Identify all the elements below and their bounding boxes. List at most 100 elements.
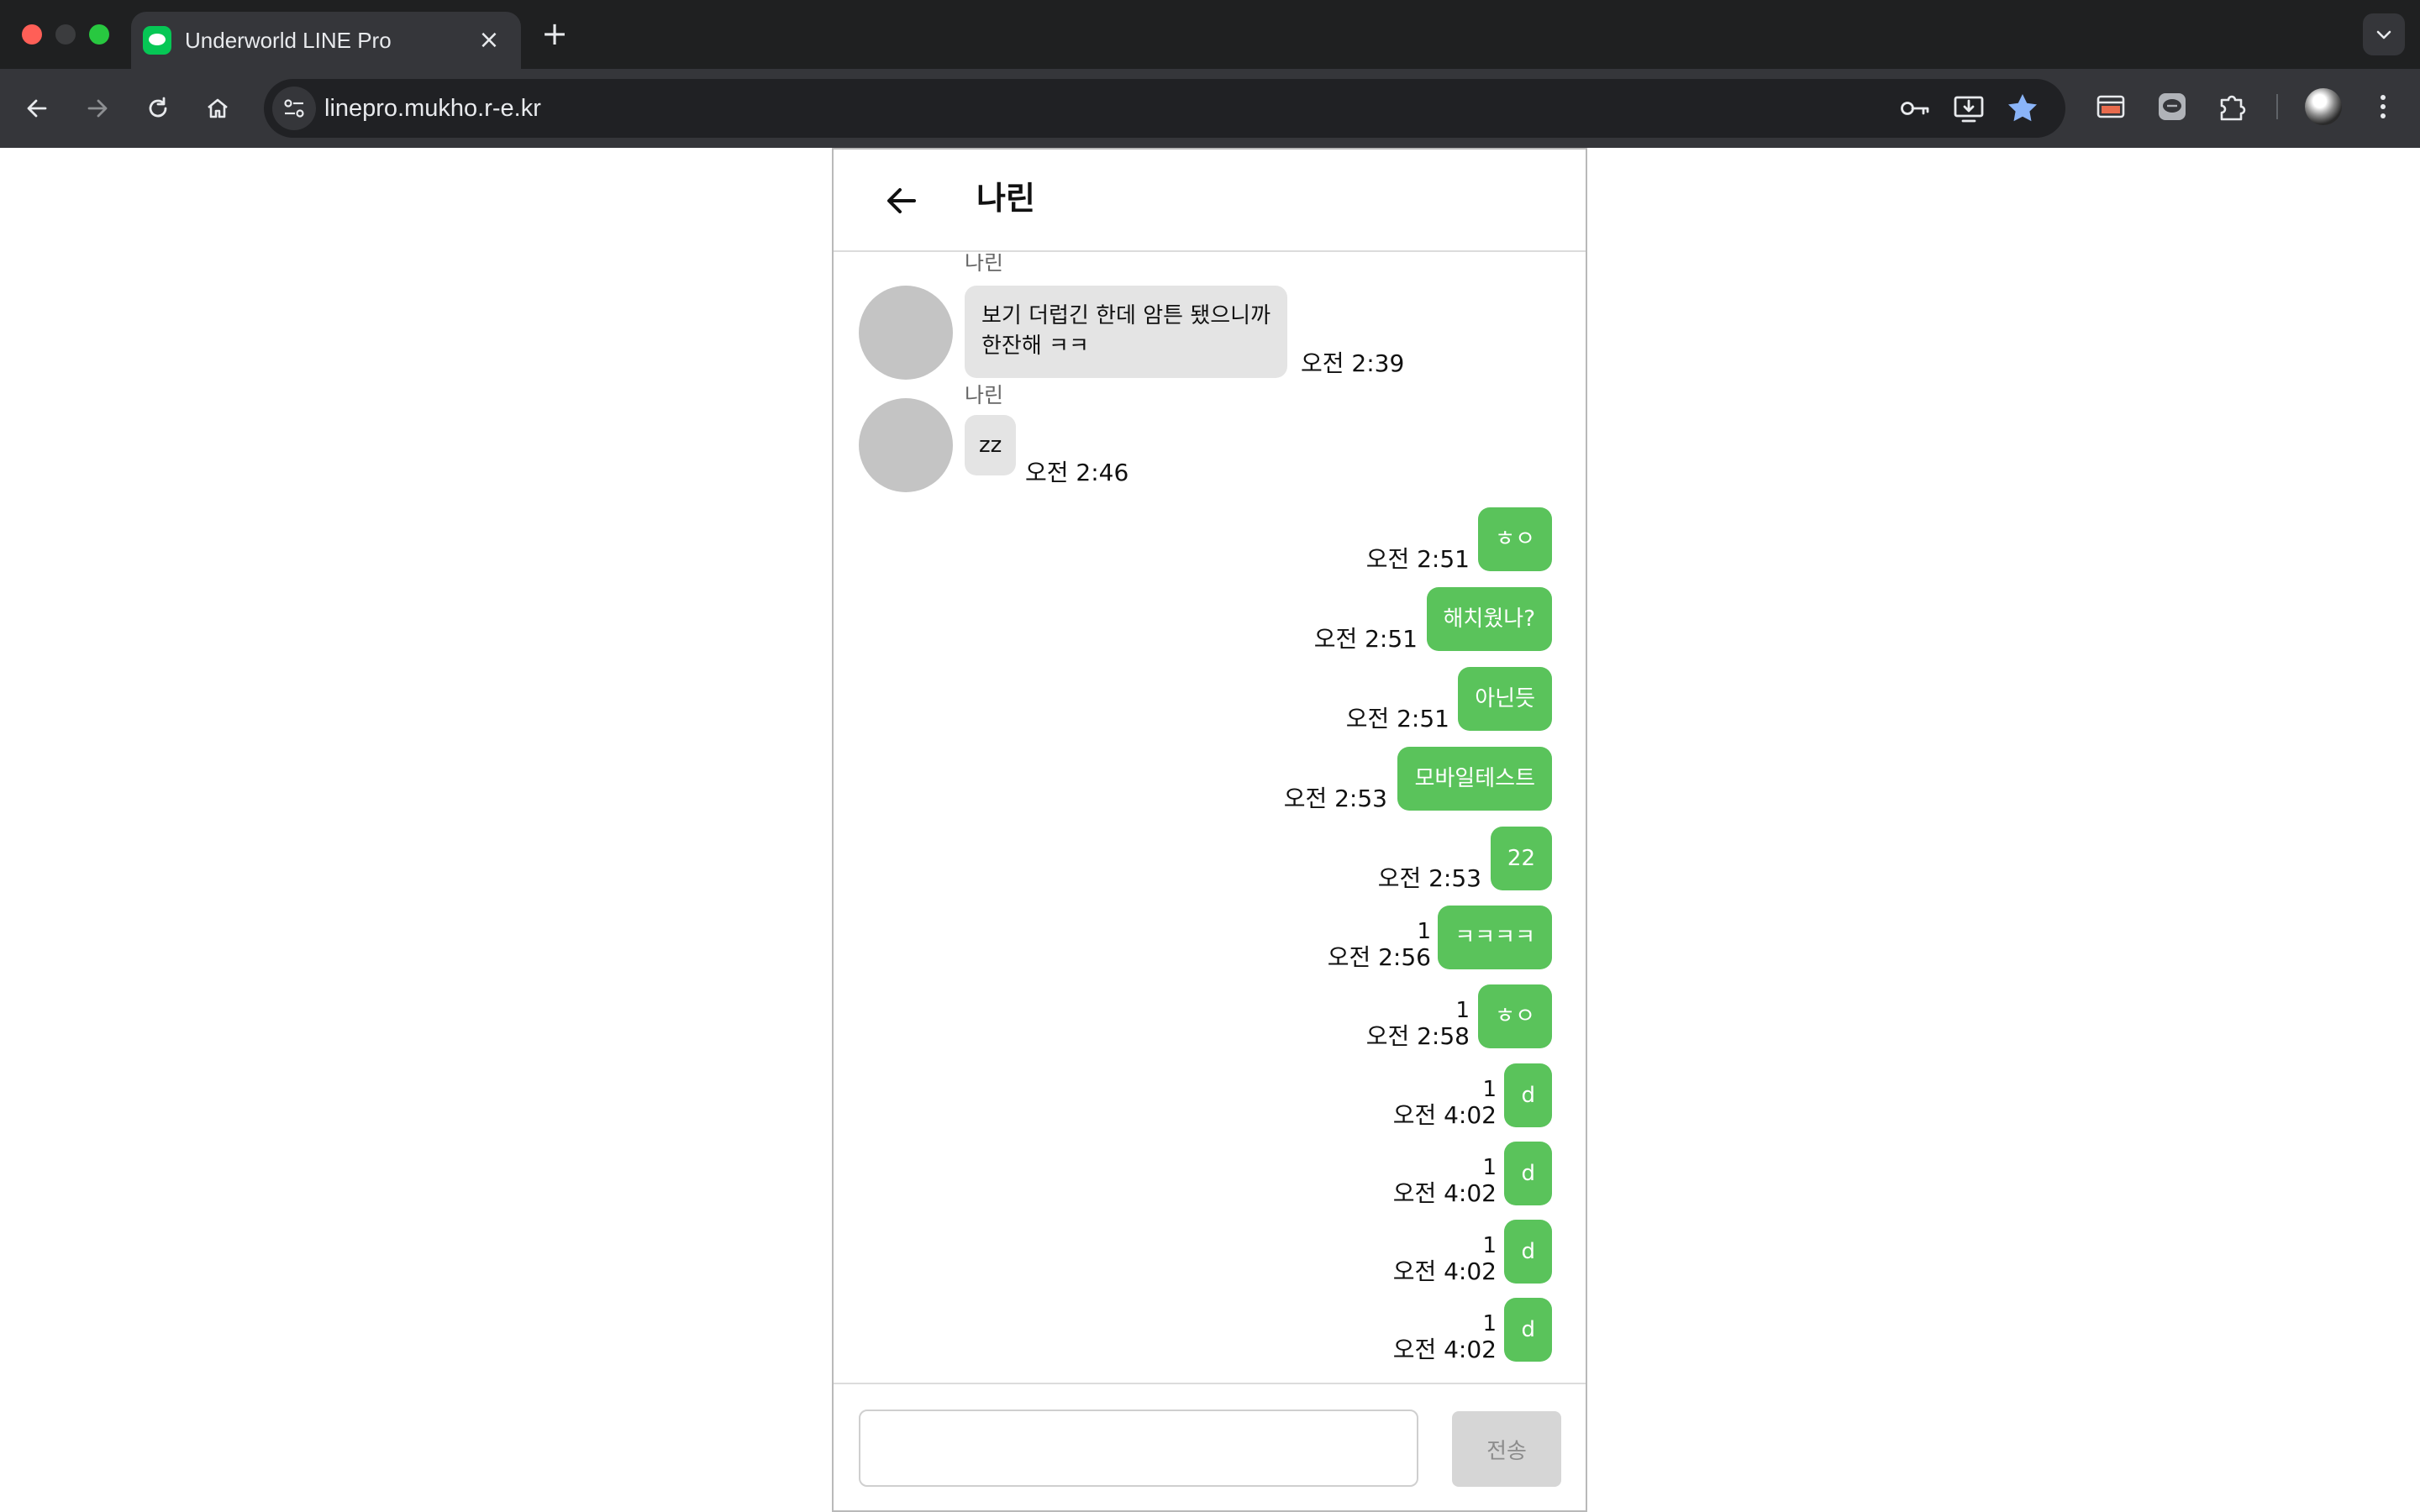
- tab-search-button[interactable]: [2363, 13, 2405, 55]
- message-meta: 오전 2:51: [1314, 626, 1418, 653]
- avatar[interactable]: [859, 286, 953, 380]
- message-bubble[interactable]: d: [1504, 1220, 1552, 1284]
- send-button[interactable]: 전송: [1452, 1411, 1561, 1487]
- outgoing-message: d 1 오전 4:02: [1384, 1220, 1552, 1285]
- message-input[interactable]: [859, 1410, 1418, 1487]
- message-time: 오전 4:02: [1392, 1257, 1497, 1285]
- address-bar[interactable]: linepro.mukho.r-e.kr: [264, 79, 2065, 138]
- message-meta: 1 오전 4:02: [1393, 1233, 1497, 1285]
- back-nav-button[interactable]: [18, 89, 56, 128]
- message-bubble[interactable]: d: [1504, 1063, 1552, 1127]
- home-button[interactable]: [198, 89, 237, 128]
- tab-title: Underworld LINE Pro: [185, 28, 392, 53]
- read-count: 1: [1482, 1155, 1497, 1180]
- message-bubble[interactable]: ㅎㅇ: [1478, 507, 1552, 571]
- message-meta: 오전 2:53: [1378, 865, 1481, 892]
- message-time: 오전 4:02: [1392, 1179, 1497, 1207]
- chat-window: 나린 나린 보기 더럽긴 한데 암튼 됐으니까 한잔해 ㅋㅋ 오전 2:39 나…: [832, 148, 1587, 1512]
- message-line: zz: [979, 433, 1002, 458]
- message-meta: 오전 2:53: [1284, 785, 1387, 812]
- message-time: 오전 2:53: [1377, 864, 1481, 892]
- new-tab-button[interactable]: +: [538, 17, 571, 50]
- message-meta: 1 오전 4:02: [1393, 1155, 1497, 1207]
- site-info-button[interactable]: [272, 87, 316, 130]
- message-time: 오전 2:56: [1327, 943, 1431, 971]
- outgoing-message: 22 오전 2:53: [1367, 827, 1552, 892]
- password-key-icon[interactable]: [1897, 91, 1933, 126]
- profile-avatar[interactable]: [2305, 88, 2342, 125]
- read-count: 1: [1417, 919, 1431, 944]
- read-count: 1: [1482, 1233, 1497, 1258]
- message-meta: 1 오전 4:02: [1393, 1311, 1497, 1363]
- message-time: 오전 2:51: [1365, 545, 1470, 573]
- message-bubble[interactable]: 해치웠나?: [1426, 587, 1552, 651]
- arrow-left-icon: [887, 188, 916, 213]
- puzzle-extensions-icon[interactable]: [2214, 88, 2251, 125]
- outgoing-message: d 1 오전 4:02: [1384, 1298, 1552, 1363]
- line-extension-icon[interactable]: [2154, 88, 2191, 125]
- message-time: 오전 4:02: [1392, 1101, 1497, 1129]
- chevron-down-icon: [2376, 30, 2391, 39]
- maximize-window-button[interactable]: [89, 24, 109, 45]
- browser-toolbar: linepro.mukho.r-e.kr: [0, 69, 2420, 148]
- message-bubble[interactable]: zz: [965, 415, 1017, 475]
- close-window-button[interactable]: [22, 24, 42, 45]
- browser-tab[interactable]: Underworld LINE Pro ×: [131, 12, 521, 69]
- message-meta: 1 오전 4:02: [1393, 1077, 1497, 1129]
- bookmark-star-icon[interactable]: [2005, 91, 2040, 126]
- message-list[interactable]: 나린 보기 더럽긴 한데 암튼 됐으니까 한잔해 ㅋㅋ 오전 2:39 나린 z…: [834, 254, 1586, 1383]
- install-app-icon[interactable]: [1951, 91, 1986, 126]
- message-meta: 오전 2:51: [1366, 546, 1470, 573]
- message-time: 오전 2:46: [1025, 459, 1129, 486]
- avatar[interactable]: [859, 398, 953, 492]
- sender-name: 나린: [965, 383, 1004, 407]
- chat-header: 나린: [834, 150, 1586, 252]
- extension-cast-icon[interactable]: [2092, 88, 2129, 125]
- outgoing-message: 아닌듯 오전 2:51: [1334, 667, 1552, 732]
- message-bubble[interactable]: 모바일테스트: [1397, 747, 1552, 811]
- toolbar-separator: [2276, 94, 2278, 119]
- minimize-window-button[interactable]: [55, 24, 76, 45]
- message-meta: 1 오전 2:58: [1366, 998, 1470, 1050]
- forward-nav-button[interactable]: [78, 89, 117, 128]
- message-meta: 1 오전 2:56: [1328, 919, 1431, 971]
- read-count: 1: [1482, 1311, 1497, 1336]
- message-bubble[interactable]: ㅎㅇ: [1478, 984, 1552, 1048]
- reload-icon: [149, 97, 167, 118]
- message-line: 한잔해 ㅋㅋ: [981, 333, 1089, 359]
- chat-title: 나린: [976, 180, 1035, 217]
- message-composer: 전송: [834, 1383, 1586, 1510]
- message-bubble[interactable]: 보기 더럽긴 한데 암튼 됐으니까 한잔해 ㅋㅋ: [965, 286, 1288, 378]
- message-bubble[interactable]: 22: [1490, 827, 1552, 890]
- message-time: 오전 2:53: [1283, 785, 1387, 812]
- home-icon: [208, 98, 228, 118]
- tab-close-icon[interactable]: ×: [474, 25, 504, 55]
- outgoing-message: ㅎㅇ 오전 2:51: [1366, 507, 1552, 573]
- message-time: 오전 2:39: [1301, 349, 1405, 377]
- tune-icon: [284, 99, 304, 118]
- message-bubble[interactable]: d: [1504, 1142, 1552, 1205]
- message-time: 오전 2:51: [1313, 625, 1418, 653]
- arrow-left-icon: [27, 99, 47, 118]
- outgoing-message: ㅋㅋㅋㅋ 1 오전 2:56: [1300, 906, 1552, 971]
- message-time: 오전 4:02: [1392, 1336, 1497, 1363]
- message-bubble[interactable]: d: [1504, 1298, 1552, 1362]
- message-bubble[interactable]: 아닌듯: [1458, 667, 1552, 731]
- url-text: linepro.mukho.r-e.kr: [324, 95, 541, 122]
- outgoing-message: ㅎㅇ 1 오전 2:58: [1366, 984, 1552, 1050]
- outgoing-message: d 1 오전 4:02: [1384, 1063, 1552, 1129]
- message-meta: 오전 2:51: [1346, 706, 1449, 732]
- arrow-right-icon: [87, 99, 108, 118]
- browser-tab-bar: Underworld LINE Pro × +: [0, 0, 2420, 69]
- read-count: 1: [1455, 998, 1470, 1023]
- message-bubble[interactable]: ㅋㅋㅋㅋ: [1438, 906, 1552, 969]
- outgoing-message: 모바일테스트 오전 2:53: [1266, 747, 1552, 812]
- reload-button[interactable]: [139, 89, 177, 128]
- outgoing-message: 해치웠나? 오전 2:51: [1300, 587, 1552, 653]
- outgoing-message: d 1 오전 4:02: [1384, 1142, 1552, 1207]
- sender-name: 나린: [965, 254, 1004, 275]
- message-line: 보기 더럽긴 한데 암튼 됐으니까: [981, 303, 1271, 328]
- chat-back-button[interactable]: [881, 180, 923, 222]
- browser-menu-icon[interactable]: [2365, 88, 2402, 125]
- read-count: 1: [1482, 1077, 1497, 1102]
